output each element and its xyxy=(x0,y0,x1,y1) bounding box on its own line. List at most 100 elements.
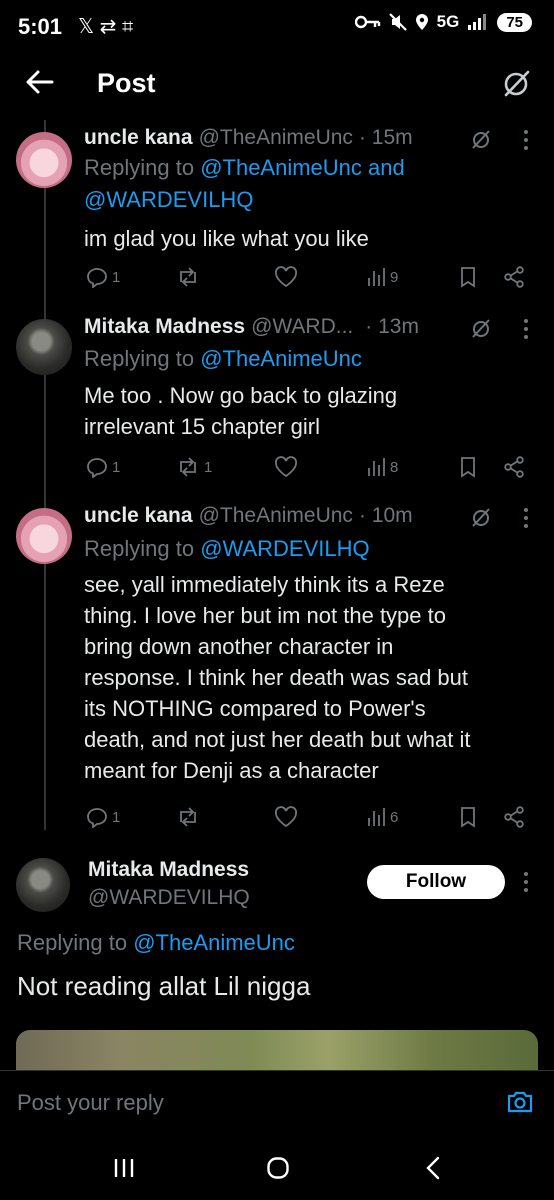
replying-to: Replying to @TheAnimeUnc and @WARDEVILHQ xyxy=(84,152,405,216)
reply-mention[interactable]: @WARDEVILHQ xyxy=(84,187,253,212)
reply-mention[interactable]: @WARDEVILHQ xyxy=(200,536,369,561)
author-handle[interactable]: @TheAnimeUnc xyxy=(199,504,353,528)
views-action[interactable]: 9 xyxy=(366,266,398,288)
author-name[interactable]: Mitaka Madness xyxy=(88,858,249,882)
views-icon xyxy=(368,458,385,476)
system-back-icon[interactable] xyxy=(423,1156,443,1180)
author-name[interactable]: Mitaka Madness xyxy=(84,315,245,339)
replying-prefix: Replying to xyxy=(84,346,201,371)
replying-prefix: Replying to xyxy=(84,536,201,561)
more-options-icon[interactable] xyxy=(521,870,531,894)
share-icon[interactable] xyxy=(503,456,525,478)
repost-count: 1 xyxy=(204,458,213,476)
post-text-line: thing. I love her but im not the type to xyxy=(84,603,446,628)
reply-count: 1 xyxy=(112,458,121,476)
follow-button[interactable]: Follow xyxy=(367,865,505,899)
post-text: Me too . Now go back to glazing irreleva… xyxy=(84,380,397,442)
like-icon[interactable] xyxy=(274,266,298,288)
share-icon[interactable] xyxy=(503,806,525,828)
recent-apps-icon[interactable] xyxy=(112,1157,136,1179)
author-name[interactable]: uncle kana xyxy=(84,126,193,150)
avatar[interactable] xyxy=(16,132,72,188)
camera-icon[interactable] xyxy=(506,1088,534,1116)
author-handle[interactable]: @TheAnimeUnc xyxy=(199,126,353,150)
views-count: 8 xyxy=(390,458,399,476)
reply-mention[interactable]: @TheAnimeUnc xyxy=(200,346,362,371)
post-text: Not reading allat Lil nigga xyxy=(17,971,311,1001)
reply-input[interactable]: Post your reply xyxy=(17,1090,164,1116)
replying-to: Replying to @TheAnimeUnc xyxy=(17,927,295,959)
more-options-icon[interactable] xyxy=(521,317,531,341)
grok-icon[interactable] xyxy=(470,128,492,150)
reply-count: 1 xyxy=(112,808,121,826)
reply-icon xyxy=(87,268,107,288)
reply-icon xyxy=(87,458,107,478)
repost-action[interactable] xyxy=(176,266,204,288)
views-count: 9 xyxy=(390,268,399,286)
reply-mention[interactable]: @TheAnimeUnc xyxy=(133,930,295,955)
like-icon[interactable] xyxy=(274,806,298,828)
replying-prefix: Replying to xyxy=(17,930,134,955)
network-type: 5G xyxy=(436,12,460,31)
author-name[interactable]: uncle kana xyxy=(84,504,193,528)
repost-icon xyxy=(180,807,196,827)
reply-action[interactable]: 1 xyxy=(86,456,120,478)
grok-icon[interactable] xyxy=(500,67,532,99)
thread-connector-line xyxy=(44,120,46,830)
views-icon xyxy=(368,268,385,286)
post-text-line: death, and not just her death but what i… xyxy=(84,727,471,752)
mute-icon xyxy=(388,13,407,31)
repost-action[interactable]: 1 xyxy=(176,456,212,478)
like-icon[interactable] xyxy=(274,456,298,478)
post-time: · 10m xyxy=(358,504,413,527)
post-header: Mitaka Madness @WARD... · 13m xyxy=(84,315,419,339)
post-text-line: bring down another character in xyxy=(84,634,394,659)
location-icon xyxy=(415,14,428,30)
avatar[interactable] xyxy=(16,508,72,564)
post-text-line: meant for Denji as a character xyxy=(84,758,379,783)
post-time: · 15m xyxy=(358,126,413,149)
post-text: see, yall immediately think its a Reze t… xyxy=(84,569,471,786)
repost-icon xyxy=(180,457,196,477)
reply-count: 1 xyxy=(112,268,121,286)
author-handle[interactable]: @WARD... xyxy=(251,315,353,339)
home-icon[interactable] xyxy=(266,1156,290,1180)
post-text-line: irrelevant 15 chapter girl xyxy=(84,414,321,439)
author-handle[interactable]: @WARDEVILHQ xyxy=(88,886,250,910)
repost-action[interactable] xyxy=(176,806,204,828)
post-text-line: Me too . Now go back to glazing xyxy=(84,383,398,408)
media-preview[interactable] xyxy=(16,1030,538,1070)
avatar[interactable] xyxy=(16,319,72,375)
bookmark-icon[interactable] xyxy=(458,456,478,478)
bookmark-icon[interactable] xyxy=(458,806,478,828)
more-options-icon[interactable] xyxy=(521,506,531,530)
post-text-line: its NOTHING compared to Power's xyxy=(84,696,426,721)
replying-to: Replying to @TheAnimeUnc xyxy=(84,343,362,375)
back-arrow-icon[interactable] xyxy=(22,64,58,100)
status-right-group: 5G 75 xyxy=(354,12,532,32)
grok-icon[interactable] xyxy=(470,506,492,528)
post-header: uncle kana @TheAnimeUnc · 15m xyxy=(84,126,413,150)
post-text-line: see, yall immediately think its a Reze xyxy=(84,572,445,597)
signal-icon xyxy=(468,14,487,30)
grok-icon[interactable] xyxy=(470,317,492,339)
key-icon xyxy=(354,15,380,29)
avatar[interactable] xyxy=(16,858,70,912)
reply-icon xyxy=(87,808,107,828)
post-text: im glad you like what you like xyxy=(84,226,369,251)
share-icon[interactable] xyxy=(503,266,525,288)
replying-prefix: Replying to xyxy=(84,155,201,180)
replying-to: Replying to @WARDEVILHQ xyxy=(84,533,370,565)
bookmark-icon[interactable] xyxy=(458,266,478,288)
post-header: uncle kana @TheAnimeUnc · 10m xyxy=(84,504,413,528)
reply-mention[interactable]: @TheAnimeUnc and xyxy=(200,155,405,180)
views-action[interactable]: 6 xyxy=(366,806,398,828)
reply-action[interactable]: 1 xyxy=(86,806,120,828)
reply-action[interactable]: 1 xyxy=(86,266,120,288)
views-action[interactable]: 8 xyxy=(366,456,398,478)
repost-icon xyxy=(180,267,196,287)
status-time: 5:01 xyxy=(18,14,63,39)
post-text-line: response. I think her death was sad but xyxy=(84,665,469,690)
more-options-icon[interactable] xyxy=(521,128,531,152)
status-notification-icons: 𝕏 ⇄ ⌗ xyxy=(78,16,134,38)
